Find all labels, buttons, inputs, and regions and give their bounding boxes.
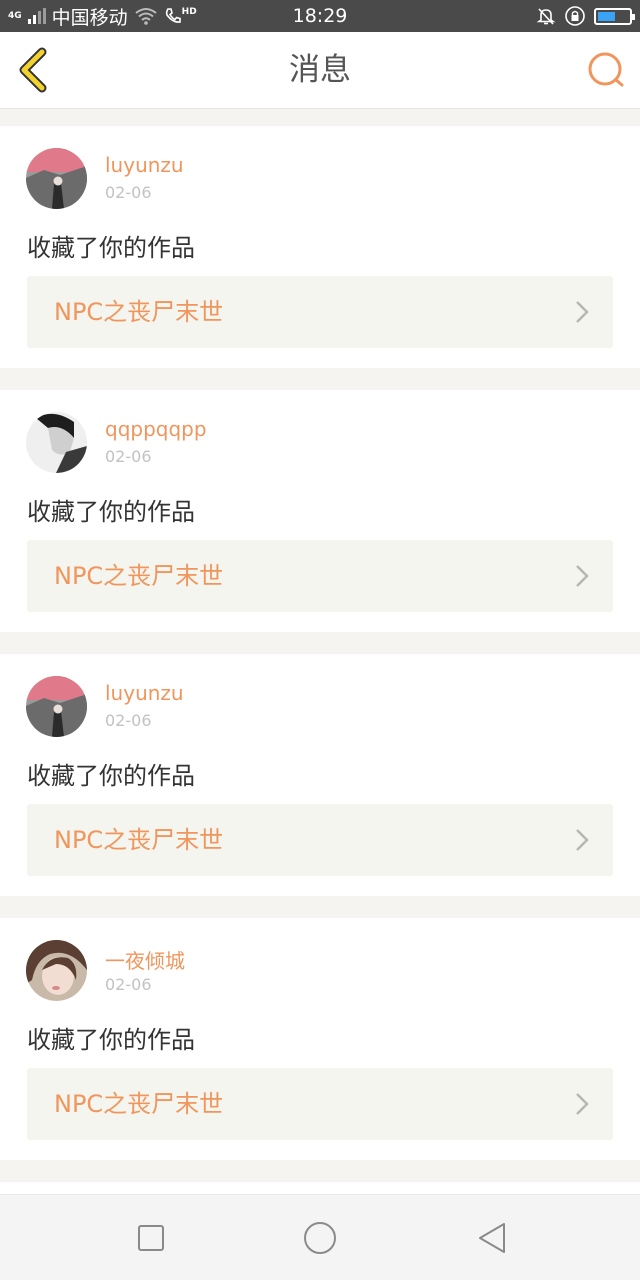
notification-card: qqppqqpp 02-06 收藏了你的作品 NPC之丧尸末世 [0,390,640,632]
battery-icon [594,7,635,25]
work-link[interactable]: NPC之丧尸末世 [27,540,613,612]
navigation-bar: 消息 [0,32,640,109]
notification-date: 02-06 [105,447,152,466]
username[interactable]: qqppqqpp [105,417,207,441]
square-icon[interactable] [133,1220,169,1256]
work-link[interactable]: NPC之丧尸末世 [27,276,613,348]
notification-action: 收藏了你的作品 [27,1026,195,1054]
work-title: NPC之丧尸末世 [54,562,224,590]
notification-card: luyunzu 02-06 收藏了你的作品 NPC之丧尸末世 [0,126,640,368]
notification-card-partial [0,1182,640,1194]
avatar[interactable] [26,940,87,1001]
username[interactable]: luyunzu [105,681,184,705]
avatar[interactable] [26,676,87,737]
notification-action: 收藏了你的作品 [27,762,195,790]
username[interactable]: 一夜倾城 [105,945,185,974]
work-title: NPC之丧尸末世 [54,298,224,326]
system-navigation-bar [0,1194,640,1280]
notification-date: 02-06 [105,711,152,730]
triangle-back-icon[interactable] [474,1220,510,1256]
notification-card: luyunzu 02-06 收藏了你的作品 NPC之丧尸末世 [0,654,640,896]
rotation-lock-icon [565,6,585,26]
notification-card: 一夜倾城 02-06 收藏了你的作品 NPC之丧尸末世 [0,918,640,1160]
notification-action: 收藏了你的作品 [27,234,195,262]
notification-date: 02-06 [105,183,152,202]
status-bar: 4G 中国移动 HD 18:29 [0,0,640,32]
notification-date: 02-06 [105,975,152,994]
avatar[interactable] [26,412,87,473]
work-title: NPC之丧尸末世 [54,826,224,854]
notification-action: 收藏了你的作品 [27,498,195,526]
silent-bell-icon [536,8,556,25]
chevron-right-icon [576,301,589,323]
page-title: 消息 [289,52,351,88]
chevron-right-icon [576,1093,589,1115]
username[interactable]: luyunzu [105,153,184,177]
work-link[interactable]: NPC之丧尸末世 [27,1068,613,1140]
chevron-right-icon [576,565,589,587]
avatar[interactable] [26,148,87,209]
search-icon[interactable] [586,50,626,90]
work-title: NPC之丧尸末世 [54,1090,224,1118]
status-right [536,0,635,32]
chevron-right-icon [576,829,589,851]
work-link[interactable]: NPC之丧尸末世 [27,804,613,876]
circle-icon[interactable] [302,1220,338,1256]
